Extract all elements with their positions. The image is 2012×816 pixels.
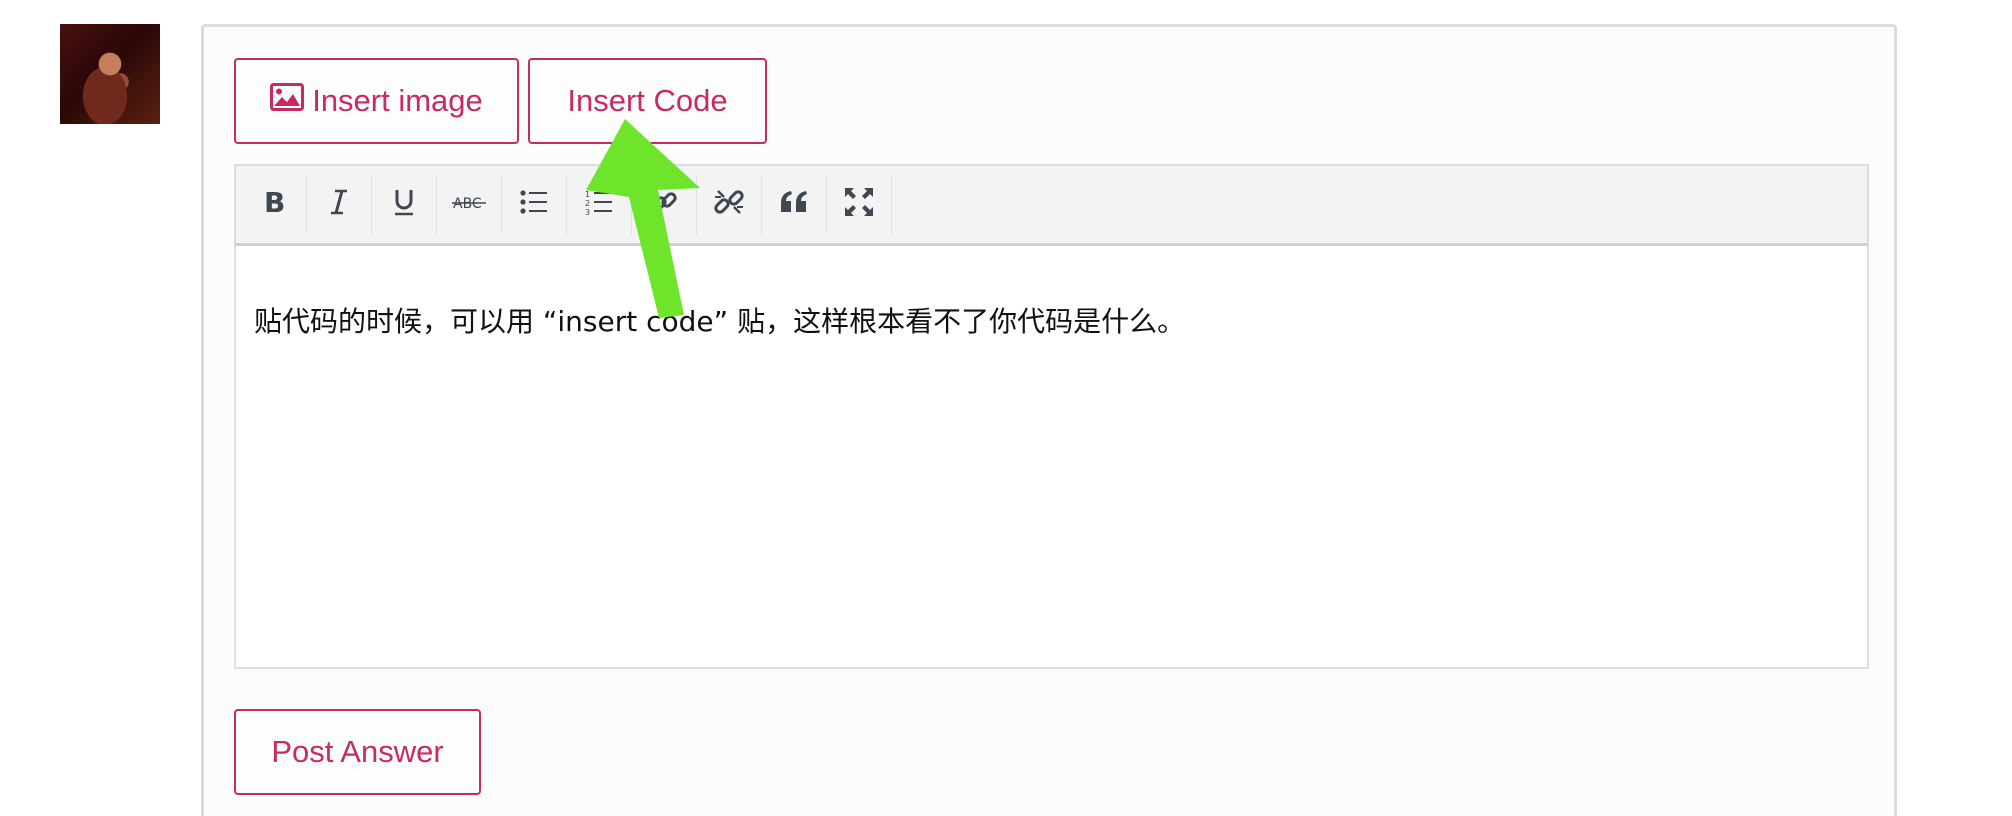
- insert-image-label: Insert image: [312, 83, 483, 118]
- bold-button[interactable]: B: [242, 174, 307, 235]
- avatar[interactable]: [60, 24, 160, 124]
- italic-button[interactable]: [307, 174, 372, 235]
- underline-button[interactable]: [372, 174, 437, 235]
- svg-text:1: 1: [585, 190, 590, 199]
- strikethrough-icon: ABC: [452, 190, 486, 219]
- insert-code-label: Insert Code: [567, 83, 728, 118]
- svg-text:ABC: ABC: [453, 196, 482, 212]
- underline-icon: [392, 187, 416, 222]
- svg-text:3: 3: [585, 208, 590, 216]
- italic-icon: [327, 188, 351, 221]
- image-icon: [270, 83, 305, 119]
- unlink-icon: [712, 185, 746, 224]
- bold-icon: B: [262, 186, 286, 221]
- bulleted-list-button[interactable]: [502, 174, 567, 235]
- editor-toolbar: B ABC 123: [234, 164, 1869, 246]
- insert-image-button[interactable]: Insert image: [234, 58, 519, 144]
- insert-code-button[interactable]: Insert Code: [528, 58, 767, 144]
- editor-content[interactable]: 贴代码的时候，可以用 “insert code” 贴，这样根本看不了你代码是什么…: [254, 300, 1185, 340]
- svg-text:2: 2: [585, 199, 590, 208]
- post-answer-label: Post Answer: [271, 734, 444, 769]
- fullscreen-button[interactable]: [827, 174, 892, 235]
- blockquote-icon: [778, 189, 810, 220]
- answer-editor[interactable]: 贴代码的时候，可以用 “insert code” 贴，这样根本看不了你代码是什么…: [234, 246, 1869, 669]
- link-icon: [649, 187, 679, 222]
- strikethrough-button[interactable]: ABC: [437, 174, 502, 235]
- numbered-list-icon: 123: [585, 188, 613, 221]
- answer-composer-page: Insert image Insert Code B ABC 1 2 3 贴代码…: [0, 0, 2012, 816]
- link-button[interactable]: [632, 174, 697, 235]
- post-answer-button[interactable]: Post Answer: [234, 709, 481, 795]
- blockquote-button[interactable]: [762, 174, 827, 235]
- bulleted-list-icon: [520, 189, 548, 220]
- svg-text:B: B: [264, 188, 285, 216]
- fullscreen-icon: [843, 186, 875, 223]
- unlink-button[interactable]: [697, 174, 762, 235]
- numbered-list-button[interactable]: 123: [567, 174, 632, 235]
